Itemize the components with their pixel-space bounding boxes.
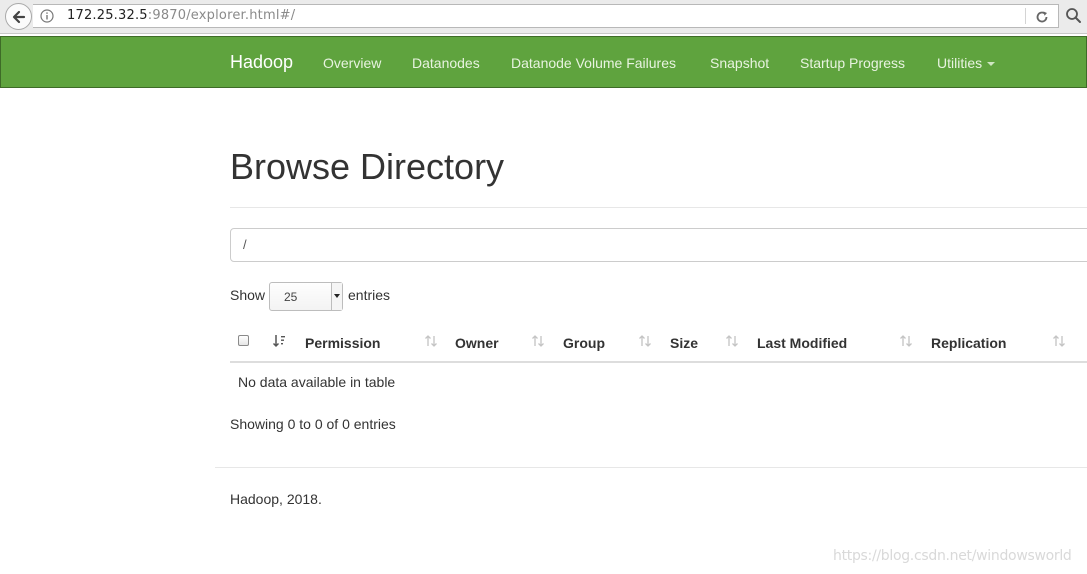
sort-icon[interactable] [724, 333, 740, 349]
browser-toolbar: 172.25.32.5:9870/explorer.html#/ [0, 0, 1087, 34]
column-header-replication[interactable]: Replication [931, 335, 1006, 351]
select-all-checkbox[interactable] [238, 335, 249, 346]
title-divider [230, 207, 1087, 208]
column-header-owner[interactable]: Owner [455, 335, 499, 351]
column-header-group[interactable]: Group [563, 335, 605, 351]
caret-down-icon [987, 62, 996, 67]
footer-text: Hadoop, 2018. [230, 491, 322, 507]
back-arrow-icon [12, 10, 26, 24]
url-path: :9870/explorer.html#/ [147, 8, 296, 23]
table-empty-message: No data available in table [238, 374, 396, 390]
column-header-size[interactable]: Size [670, 335, 698, 351]
footer-divider [215, 467, 1087, 468]
sort-icon[interactable] [637, 333, 653, 349]
url-text[interactable]: 172.25.32.5:9870/explorer.html#/ [67, 8, 295, 24]
column-header-permission[interactable]: Permission [305, 335, 380, 351]
nav-item-utilities[interactable]: Utilities [937, 55, 996, 71]
sort-icon[interactable] [898, 333, 914, 349]
sort-icon[interactable] [1051, 333, 1067, 349]
info-icon[interactable] [40, 9, 54, 23]
search-icon[interactable] [1064, 5, 1087, 29]
show-label: Show [230, 287, 266, 303]
nav-item-datanode-volume-failures[interactable]: Datanode Volume Failures [511, 55, 676, 71]
select-arrow-icon [331, 283, 342, 310]
nav-item-startup-progress[interactable]: Startup Progress [800, 55, 905, 71]
entries-per-page-select[interactable]: 25 [269, 282, 343, 311]
entries-label: entries [348, 287, 391, 303]
navbar-brand[interactable]: Hadoop [230, 52, 293, 72]
address-bar[interactable]: 172.25.32.5:9870/explorer.html#/ [33, 4, 1059, 28]
table-header-divider [230, 361, 1087, 363]
top-navbar: Hadoop Overview Datanodes Datanode Volum… [0, 36, 1087, 88]
directory-input[interactable]: / [230, 228, 1087, 262]
nav-item-snapshot[interactable]: Snapshot [710, 55, 769, 71]
page-title: Browse Directory [230, 146, 505, 187]
sort-icon[interactable] [530, 333, 546, 349]
back-button[interactable] [5, 3, 32, 30]
entries-per-page-value: 25 [284, 290, 298, 304]
nav-item-datanodes[interactable]: Datanodes [412, 55, 480, 71]
url-divider [1025, 8, 1026, 24]
sort-icon[interactable] [272, 333, 288, 349]
nav-item-overview[interactable]: Overview [323, 55, 381, 71]
nav-item-utilities-label: Utilities [937, 55, 983, 71]
watermark: https://blog.csdn.net/windowsworld [833, 548, 1072, 564]
url-host: 172.25.32.5 [67, 8, 148, 23]
sort-icon[interactable] [423, 333, 439, 349]
table-info: Showing 0 to 0 of 0 entries [230, 416, 396, 432]
column-header-last-modified[interactable]: Last Modified [757, 335, 847, 351]
reload-icon[interactable] [1034, 9, 1050, 25]
